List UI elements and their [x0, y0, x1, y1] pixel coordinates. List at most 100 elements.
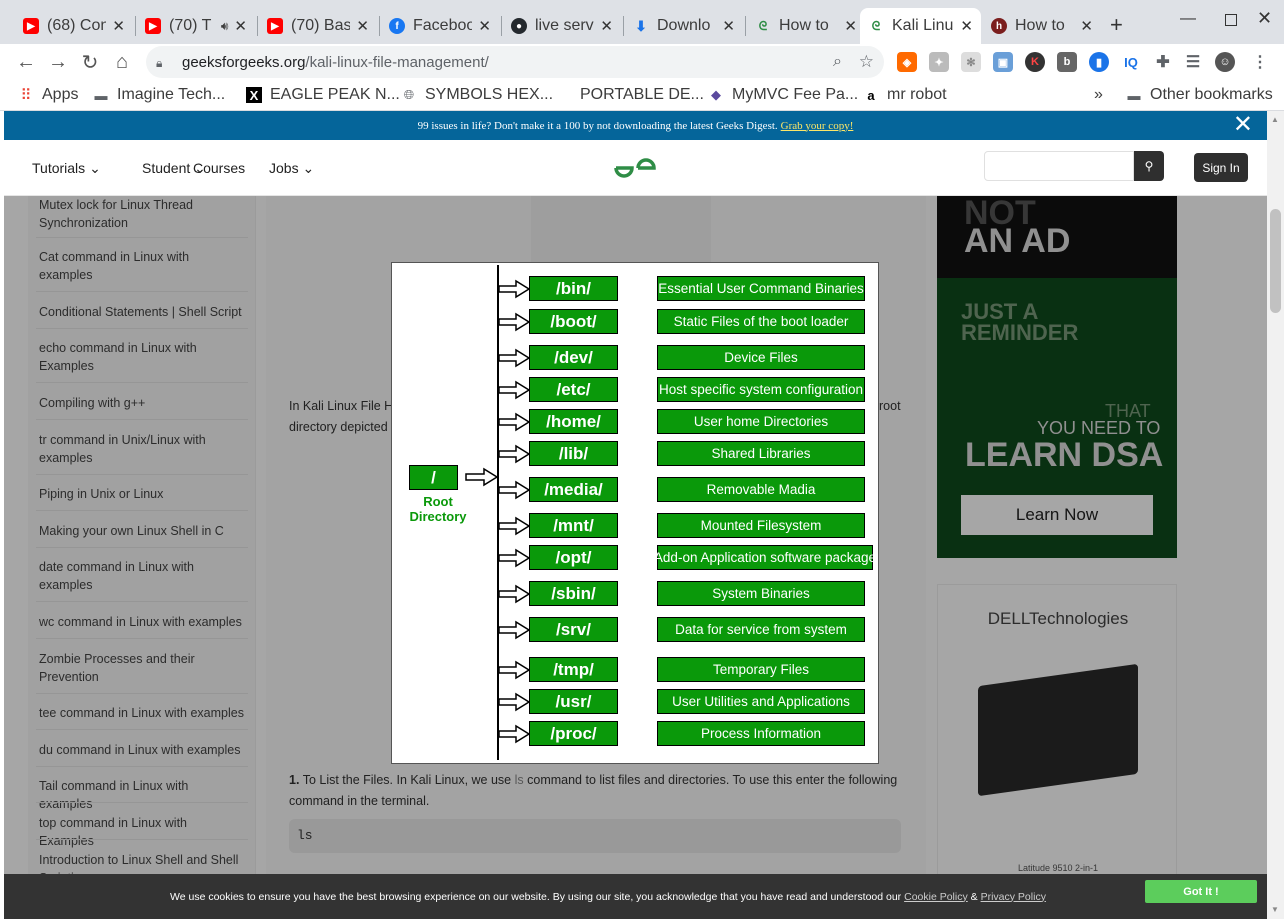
lightbox-image[interactable]: / Root Directory /bin/Essential User Com… [391, 262, 879, 764]
close-tab-icon[interactable]: ✕ [960, 17, 973, 35]
close-tab-icon[interactable]: ✕ [356, 17, 369, 35]
directory-box: /tmp/ [529, 657, 618, 682]
banner-link[interactable]: Grab your copy! [781, 120, 854, 132]
bookmark-portable[interactable]: PORTABLE DE... [556, 83, 704, 107]
forward-icon[interactable]: → [42, 44, 74, 80]
tab-title: (68) Con [47, 17, 107, 34]
tab-7-active[interactable]: ᘓ Kali Linu ✕ [860, 8, 981, 44]
sign-in-button[interactable]: Sign In [1194, 153, 1248, 182]
url-host: geeksforgeeks.org [182, 53, 306, 71]
root-arrow-icon [465, 467, 499, 487]
directory-box: /home/ [529, 409, 618, 434]
reload-icon[interactable]: ↻ [74, 44, 106, 80]
tab-0[interactable]: ▶ (68) Con ✕ [15, 8, 133, 44]
nav-tutorials[interactable]: Tutorials ⌄ [32, 160, 101, 177]
bookmarks-overflow-chevron-icon[interactable]: » [1094, 83, 1103, 107]
tab-6[interactable]: ᘓ How to ✕ [747, 8, 865, 44]
extension-bookmark-icon[interactable]: ▮ [1089, 52, 1109, 72]
tab-title: Kali Linu [892, 17, 954, 34]
maximize-icon[interactable] [1225, 14, 1237, 26]
scroll-down-icon[interactable]: ▼ [1271, 905, 1279, 914]
close-window-icon[interactable]: ✕ [1257, 8, 1272, 29]
bookmark-label: Other bookmarks [1150, 86, 1273, 103]
extensions-puzzle-icon[interactable]: ✚ [1153, 52, 1173, 72]
branch-arrow-icon [498, 584, 531, 604]
bookmark-mr-robot[interactable]: a mr robot [863, 83, 946, 107]
youtube-icon: ▶ [267, 18, 283, 34]
close-tab-icon[interactable]: ✕ [844, 17, 857, 35]
close-tab-icon[interactable]: ✕ [478, 17, 491, 35]
bookmark-other[interactable]: ▬ Other bookmarks [1126, 83, 1273, 107]
privacy-policy-link[interactable]: Privacy Policy [981, 891, 1046, 903]
banner-text: 99 issues in life? Don't make it a 100 b… [417, 119, 778, 132]
close-tab-icon[interactable]: ✕ [600, 17, 613, 35]
bookmark-eagle-peak[interactable]: X EAGLE PEAK N... [246, 83, 400, 107]
extension-image-icon[interactable]: ▣ [993, 52, 1013, 72]
tab-title: Faceboo [413, 17, 473, 34]
cookie-policy-link[interactable]: Cookie Policy [904, 891, 968, 903]
bookmark-label: Imagine Tech... [117, 86, 226, 103]
bookmark-star-icon[interactable]: ☆ [859, 52, 874, 72]
branch-arrow-icon [498, 660, 531, 680]
tab-title: live serv [535, 17, 594, 34]
search-input[interactable] [984, 151, 1134, 181]
close-tab-icon[interactable]: ✕ [1080, 17, 1093, 35]
bookmark-apps[interactable]: ⠿ Apps [18, 83, 79, 107]
branch-arrow-icon [498, 724, 531, 744]
gfg-icon: ᘓ [758, 18, 768, 33]
nav-label: Courses [193, 160, 246, 176]
directory-description-box: Static Files of the boot loader [657, 309, 865, 334]
directory-box: /media/ [529, 477, 618, 502]
bookmark-symbols-hex[interactable]: 🌐︎ SYMBOLS HEX... [401, 83, 553, 107]
back-icon[interactable]: ← [10, 44, 42, 80]
menu-dots-icon[interactable]: ⋮ [1250, 52, 1270, 72]
branch-arrow-icon [498, 548, 531, 568]
zoom-search-icon[interactable]: ⌕ [833, 53, 842, 71]
branch-arrow-icon [498, 620, 531, 640]
bookmark-mymvc[interactable]: ◆ MyMVC Fee Pa... [708, 83, 858, 107]
speaker-icon[interactable]: 🔊︎ [221, 19, 229, 34]
extension-b-icon[interactable]: b [1057, 52, 1077, 72]
extension-gear-icon[interactable]: ✻ [961, 52, 981, 72]
branch-arrow-icon [498, 312, 531, 332]
search-icon[interactable]: ⚲ [1134, 151, 1164, 181]
caption-line: Root [423, 494, 453, 509]
root-directory-caption: Root Directory [402, 494, 474, 524]
extension-k-icon[interactable]: K [1025, 52, 1045, 72]
tab-5[interactable]: ⬇ Downlo ✕ [625, 8, 743, 44]
scroll-up-icon[interactable]: ▲ [1271, 115, 1279, 124]
new-tab-icon[interactable]: + [1110, 12, 1123, 38]
extension-rss-icon[interactable]: ◈ [897, 52, 917, 72]
root-directory-box: / [409, 465, 458, 490]
apps-grid-icon: ⠿ [20, 87, 32, 104]
chevron-down-icon: ⌄ [302, 160, 315, 176]
extension-ghost-icon[interactable]: ✦ [929, 52, 949, 72]
banner-close-icon[interactable]: ✕ [1233, 113, 1253, 137]
home-icon[interactable]: ⌂ [106, 44, 138, 80]
gfg-logo[interactable] [612, 154, 658, 182]
scrollbar-thumb[interactable] [1270, 209, 1281, 313]
close-tab-icon[interactable]: ✕ [234, 17, 247, 35]
minimize-icon[interactable]: — [1180, 10, 1196, 28]
tab-4[interactable]: ● live serv ✕ [503, 8, 621, 44]
got-it-button[interactable]: Got It ! [1145, 880, 1257, 903]
bookmarks-bar: ⠿ Apps ▬ Imagine Tech... X EAGLE PEAK N.… [0, 80, 1284, 111]
tab-1[interactable]: ▶ (70) T 🔊︎ ✕ [137, 8, 255, 44]
extension-iq-icon[interactable]: IQ [1121, 52, 1141, 72]
close-tab-icon[interactable]: ✕ [112, 17, 125, 35]
nav-jobs[interactable]: Jobs ⌄ [269, 160, 314, 177]
reading-list-icon[interactable]: ☰ [1183, 52, 1203, 72]
branch-arrow-icon [498, 480, 531, 500]
page-scrollbar[interactable]: ▲ ▼ [1267, 111, 1284, 919]
tab-3[interactable]: f Faceboo ✕ [381, 8, 499, 44]
tab-8[interactable]: h How to ✕ [983, 8, 1101, 44]
close-tab-icon[interactable]: ✕ [722, 17, 735, 35]
nav-courses[interactable]: Courses [193, 160, 245, 176]
directory-description-box: Process Information [657, 721, 865, 746]
youtube-icon: ▶ [145, 18, 161, 34]
bookmark-folder-imagine[interactable]: ▬ Imagine Tech... [93, 83, 226, 107]
profile-avatar[interactable]: ☺ [1215, 52, 1235, 72]
address-bar[interactable]: 🔒︎ geeksforgeeks.org/kali-linux-file-man… [146, 46, 884, 78]
bookmark-label: MyMVC Fee Pa... [732, 86, 859, 103]
tab-2[interactable]: ▶ (70) Bas ✕ [259, 8, 377, 44]
